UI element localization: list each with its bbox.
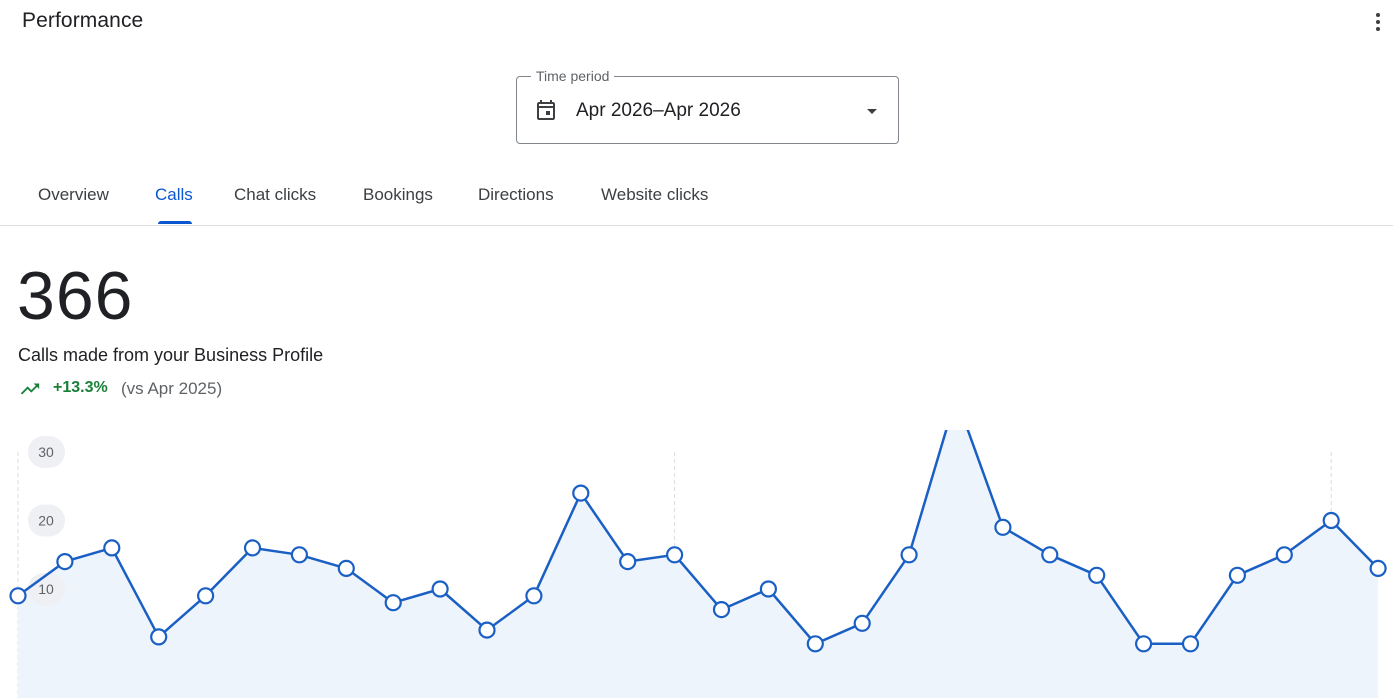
chart-data-point <box>243 539 262 557</box>
metric-total: 366 <box>17 258 134 334</box>
chart-data-point <box>103 539 121 557</box>
chart-data-point <box>1369 559 1387 577</box>
chart-data-point <box>665 546 684 564</box>
chart-data-point <box>1228 566 1247 584</box>
chart-area <box>18 430 1379 698</box>
chart-data-point <box>56 553 74 571</box>
chart-data-point <box>431 580 449 598</box>
calls-chart-svg: 10203040 <box>9 430 1387 698</box>
y-tick-label: 30 <box>38 444 54 460</box>
chart-data-point <box>900 546 918 564</box>
chart-data-point <box>9 587 27 605</box>
trend-percentage: +13.3% <box>53 379 108 396</box>
active-tab-indicator <box>158 221 192 224</box>
tab-calls[interactable]: Calls <box>155 185 193 205</box>
tab-directions[interactable]: Directions <box>478 185 554 205</box>
time-period-label: Time period <box>531 68 615 84</box>
chart-data-point <box>712 601 731 619</box>
chart-data-point <box>806 635 824 653</box>
chart-data-point <box>150 628 168 646</box>
arrow-drop-down-icon <box>867 109 877 114</box>
chart-data-point <box>1181 635 1200 653</box>
chart-data-point <box>572 484 590 502</box>
chart-data-point <box>1275 546 1293 564</box>
trending-up-icon <box>20 383 40 395</box>
chart-data-point <box>619 553 637 571</box>
metric-tabs: Overview Calls Chat clicks Bookings Dire… <box>0 170 1393 226</box>
calendar-icon <box>537 100 555 120</box>
tab-chat-clicks[interactable]: Chat clicks <box>234 185 316 205</box>
tab-overview[interactable]: Overview <box>38 185 109 205</box>
chart-data-point <box>994 518 1012 536</box>
time-period-value: Apr 2026–Apr 2026 <box>576 100 741 121</box>
time-period-select[interactable]: Time period Apr 2026–Apr 2026 <box>516 68 899 144</box>
chart-data-point <box>290 546 308 564</box>
chart-data-point <box>525 587 543 605</box>
calls-chart: 10203040 <box>0 430 1393 698</box>
more-options-button[interactable] <box>1366 10 1390 34</box>
chart-data-point <box>1134 635 1153 653</box>
chart-data-point <box>197 587 215 605</box>
trend-comparison: (vs Apr 2025) <box>121 379 223 398</box>
chart-data-point <box>1322 511 1340 530</box>
chart-data-point <box>853 614 871 632</box>
more-vert-icon <box>1376 13 1380 31</box>
chart-data-point <box>759 580 778 598</box>
page-title: Performance <box>22 9 144 32</box>
chart-data-point <box>1088 566 1106 584</box>
y-tick-label: 20 <box>38 513 54 529</box>
chart-data-point <box>478 621 496 639</box>
tab-bookings[interactable]: Bookings <box>363 185 433 205</box>
chart-data-point <box>337 559 355 577</box>
y-tick-label: 10 <box>38 581 54 597</box>
tab-website-clicks[interactable]: Website clicks <box>601 185 708 205</box>
chart-data-point <box>1041 546 1059 564</box>
metric-description: Calls made from your Business Profile <box>18 345 324 365</box>
chart-data-point <box>384 594 402 612</box>
